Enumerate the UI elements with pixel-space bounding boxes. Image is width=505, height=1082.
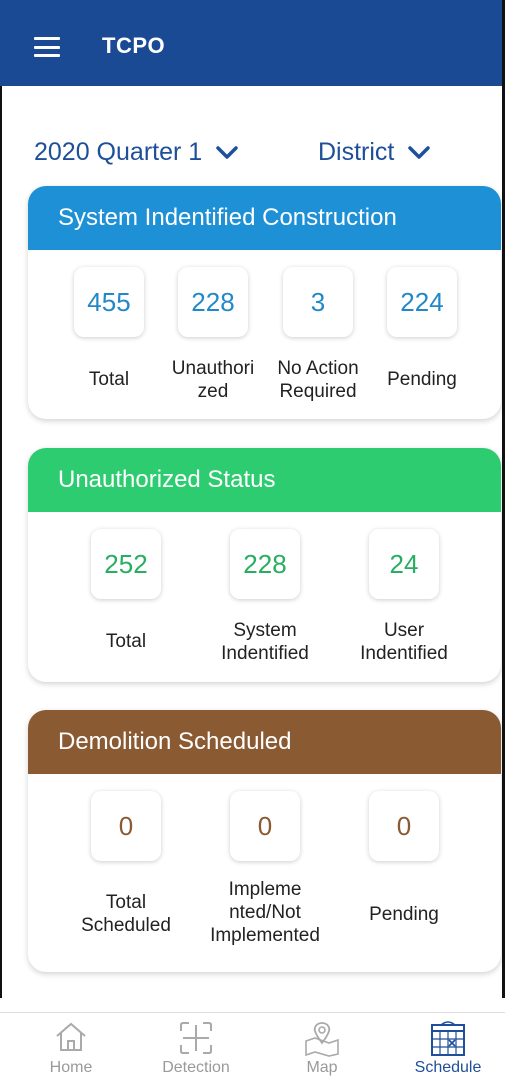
nav-label: Schedule (414, 1059, 482, 1076)
menu-icon[interactable] (34, 37, 60, 57)
calendar-icon (431, 1021, 465, 1056)
stat-value: 228 (178, 267, 248, 337)
stat-label: Pending (387, 369, 457, 390)
card-title: Demolition Scheduled (58, 728, 292, 755)
stat-label: Unauthori zed (171, 358, 255, 403)
district-dropdown[interactable]: District (318, 138, 431, 167)
bottom-navigation: Home Detection Map Schedule (0, 1012, 505, 1082)
stat-unauthorized[interactable]: 228 Unauthori zed (172, 267, 254, 402)
stat-label: Impleme nted/Not Implemented (210, 879, 320, 947)
nav-label: Home (49, 1059, 93, 1076)
stat-value: 0 (91, 791, 161, 861)
stat-value: 0 (369, 791, 439, 861)
stat-value: 0 (230, 791, 300, 861)
stat-value: 3 (283, 267, 353, 337)
stat-pending[interactable]: 0 Pending (369, 791, 439, 925)
detection-icon (180, 1022, 212, 1054)
nav-schedule[interactable]: Schedule (398, 1013, 498, 1082)
card-title: Unauthorized Status (58, 466, 276, 493)
nav-label: Map (306, 1059, 338, 1076)
card-header: Unauthorized Status (28, 448, 501, 512)
unauthorized-status-card: Unauthorized Status 252 Total 228 System… (28, 448, 501, 682)
stat-label: User Indentified (360, 620, 448, 665)
stat-label: No Action Required (277, 358, 359, 403)
chevron-down-icon (216, 145, 238, 159)
stat-value: 228 (230, 529, 300, 599)
app-bar: TCPO (0, 0, 505, 86)
card-title: System Indentified Construction (58, 204, 397, 231)
stat-label: System Indentified (221, 620, 309, 665)
stat-value: 24 (369, 529, 439, 599)
stat-value: 252 (91, 529, 161, 599)
nav-home[interactable]: Home (21, 1013, 121, 1082)
stat-system-identified[interactable]: 228 System Indentified (221, 529, 309, 664)
home-icon (56, 1022, 86, 1051)
stat-value: 224 (387, 267, 457, 337)
stat-label: Pending (369, 904, 439, 925)
stat-total-scheduled[interactable]: 0 Total Scheduled (81, 791, 171, 936)
quarter-dropdown-label: 2020 Quarter 1 (34, 138, 203, 166)
nav-detection[interactable]: Detection (146, 1013, 246, 1082)
nav-map[interactable]: Map (272, 1013, 372, 1082)
frame-border-left (0, 86, 2, 998)
demolition-scheduled-card: Demolition Scheduled 0 Total Scheduled 0… (28, 710, 501, 972)
stat-user-identified[interactable]: 24 User Indentified (360, 529, 448, 664)
stat-label: Total (105, 631, 147, 652)
district-dropdown-label: District (318, 138, 395, 166)
system-identified-card: System Indentified Construction 455 Tota… (28, 186, 501, 419)
card-header: Demolition Scheduled (28, 710, 501, 774)
stat-total[interactable]: 455 Total (74, 267, 144, 390)
stat-implemented[interactable]: 0 Impleme nted/Not Implemented (210, 791, 320, 946)
app-title: TCPO (102, 33, 166, 58)
stat-label: Total (88, 369, 130, 390)
stat-total[interactable]: 252 Total (91, 529, 161, 652)
nav-label: Detection (162, 1059, 230, 1076)
stat-no-action-required[interactable]: 3 No Action Required (277, 267, 359, 402)
stat-pending[interactable]: 224 Pending (387, 267, 457, 390)
quarter-dropdown[interactable]: 2020 Quarter 1 (34, 138, 238, 167)
stat-label: Total Scheduled (81, 892, 171, 937)
map-icon (305, 1022, 339, 1057)
chevron-down-icon (408, 145, 431, 159)
card-header: System Indentified Construction (28, 186, 501, 250)
stat-value: 455 (74, 267, 144, 337)
